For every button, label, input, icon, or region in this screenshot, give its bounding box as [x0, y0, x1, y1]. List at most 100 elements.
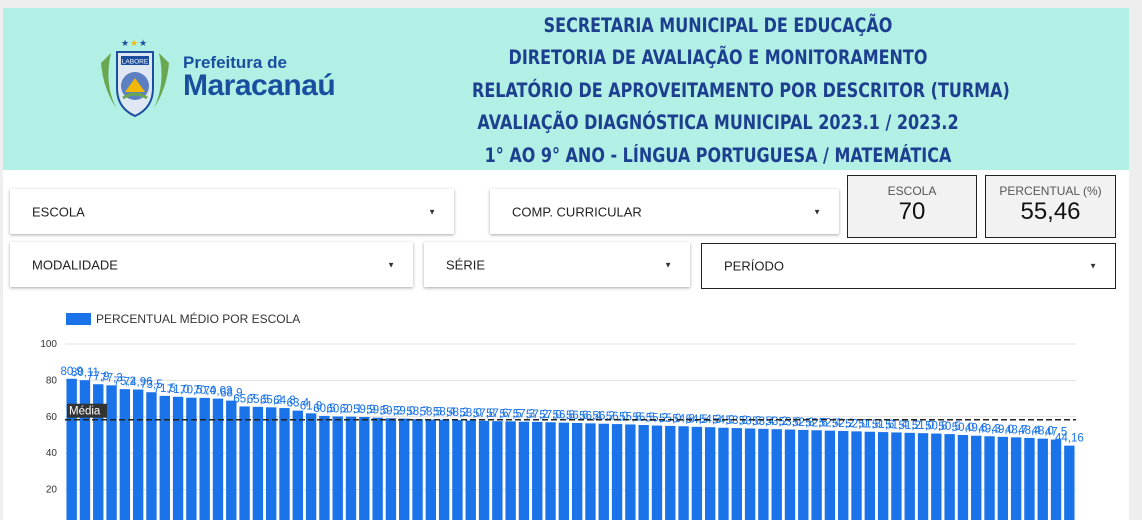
report-titles: SECRETARIA MUNICIPAL DE EDUCAÇÃO DIRETOR…	[418, 10, 1018, 172]
bar	[971, 435, 982, 520]
bar	[159, 395, 170, 520]
bar	[1064, 445, 1075, 520]
bar	[305, 413, 317, 520]
bar	[931, 433, 942, 520]
bar	[651, 425, 663, 520]
bar	[851, 431, 862, 520]
bar	[106, 385, 117, 520]
bar	[784, 429, 796, 520]
bar	[704, 427, 716, 520]
bar	[345, 416, 357, 520]
title-line-2: DIRETORIA DE AVALIAÇÃO E MONITORAMENTO	[508, 46, 928, 70]
bar	[66, 378, 77, 520]
svg-text:★: ★	[139, 38, 147, 48]
bar	[718, 427, 729, 520]
bar	[372, 417, 383, 520]
percentual-scorecard: PERCENTUAL (%) 55,46	[985, 175, 1116, 238]
bar	[146, 392, 157, 520]
bar	[864, 431, 875, 520]
y-tick-label: 60	[46, 412, 58, 423]
bar	[891, 432, 902, 520]
bar	[279, 408, 290, 520]
logo-line2: Maracanaú	[183, 69, 336, 102]
y-tick-label: 100	[40, 339, 57, 350]
escola-scorecard: ESCOLA 70	[847, 175, 977, 238]
bar	[984, 436, 995, 520]
y-tick-label: 20	[46, 485, 58, 496]
bar	[186, 397, 197, 520]
bar	[771, 429, 782, 520]
bar	[625, 424, 636, 520]
serie-label: SÉRIE	[446, 257, 486, 272]
bar	[478, 420, 490, 520]
bar	[119, 389, 131, 520]
bar	[532, 421, 543, 520]
title-line-5: 1° AO 9° ANO - LÍNGUA PORTUGUESA / MATEM…	[484, 143, 952, 167]
bar	[492, 421, 503, 520]
report-header: ★ ★ ★ LABORE Prefeitura de Maracanaú SEC…	[3, 8, 1129, 170]
bar	[226, 400, 237, 520]
dropdown-arrow-icon: ▼	[664, 260, 672, 269]
bar	[266, 407, 277, 520]
title-line-4: AVALIAÇÃO DIAGNÓSTICA MUNICIPAL 2023.1 /…	[477, 111, 959, 135]
periodo-dropdown[interactable]: PERÍODO ▼	[701, 243, 1116, 289]
comp-curricular-label: COMP. CURRICULAR	[512, 204, 642, 219]
comp-curricular-dropdown[interactable]: COMP. CURRICULAR ▼	[490, 189, 839, 234]
bar	[957, 435, 969, 520]
percentual-score-value: 55,46	[1020, 198, 1081, 225]
bar	[798, 429, 809, 520]
legend-swatch	[66, 313, 91, 325]
percentual-score-label: PERCENTUAL (%)	[999, 184, 1102, 198]
bar	[518, 421, 530, 520]
bar	[212, 398, 224, 520]
y-tick-label: 80	[46, 375, 58, 386]
bar	[678, 426, 689, 520]
bar	[558, 422, 570, 520]
bar	[359, 416, 370, 520]
bar	[611, 424, 623, 520]
legend-label: PERCENTUAL MÉDIO POR ESCOLA	[96, 312, 301, 326]
title-line-3: RELATÓRIO DE APROVEITAMENTO POR DESCRITO…	[472, 78, 1010, 102]
bar	[824, 430, 836, 520]
bar	[731, 428, 742, 520]
bar	[1010, 437, 1022, 520]
bar	[997, 436, 1009, 520]
bar	[571, 422, 583, 520]
dropdown-arrow-icon: ▼	[1089, 261, 1097, 271]
dropdown-arrow-icon: ▼	[813, 207, 821, 216]
bar	[172, 396, 184, 520]
bar	[545, 422, 556, 520]
bar	[425, 419, 437, 520]
bar	[665, 425, 676, 520]
bar	[79, 380, 91, 520]
bar	[638, 424, 649, 520]
bar	[758, 428, 769, 520]
bar	[691, 426, 703, 520]
bar	[1024, 437, 1035, 520]
bar	[838, 430, 849, 520]
dropdown-arrow-icon: ▼	[387, 260, 395, 269]
chart-canvas: 02040608010080,980,1177,977,375,274,9673…	[40, 339, 1084, 520]
bar	[199, 397, 210, 520]
dropdown-arrow-icon: ▼	[428, 207, 436, 216]
bar	[598, 423, 609, 520]
average-label: Média	[69, 406, 101, 418]
bar-chart: PERCENTUAL MÉDIO POR ESCOLA 020406080100…	[3, 298, 1129, 520]
bar	[917, 433, 929, 520]
modalidade-dropdown[interactable]: MODALIDADE ▼	[10, 242, 413, 287]
bar	[252, 406, 264, 520]
bar	[292, 410, 303, 520]
escola-dropdown[interactable]: ESCOLA ▼	[10, 189, 454, 234]
prefeitura-logo: ★ ★ ★ LABORE Prefeitura de Maracanaú	[91, 38, 341, 120]
bar	[132, 389, 144, 520]
bar	[904, 432, 915, 520]
serie-dropdown[interactable]: SÉRIE ▼	[424, 242, 690, 287]
title-line-1: SECRETARIA MUNICIPAL DE EDUCAÇÃO	[543, 14, 893, 37]
escola-score-value: 70	[898, 198, 926, 225]
dashboard-frame: ★ ★ ★ LABORE Prefeitura de Maracanaú SEC…	[3, 8, 1129, 520]
escola-dropdown-label: ESCOLA	[32, 204, 85, 219]
bar	[332, 416, 343, 520]
seal-label: LABORE	[122, 59, 149, 66]
bar	[811, 430, 822, 520]
escola-score-label: ESCOLA	[887, 184, 937, 198]
